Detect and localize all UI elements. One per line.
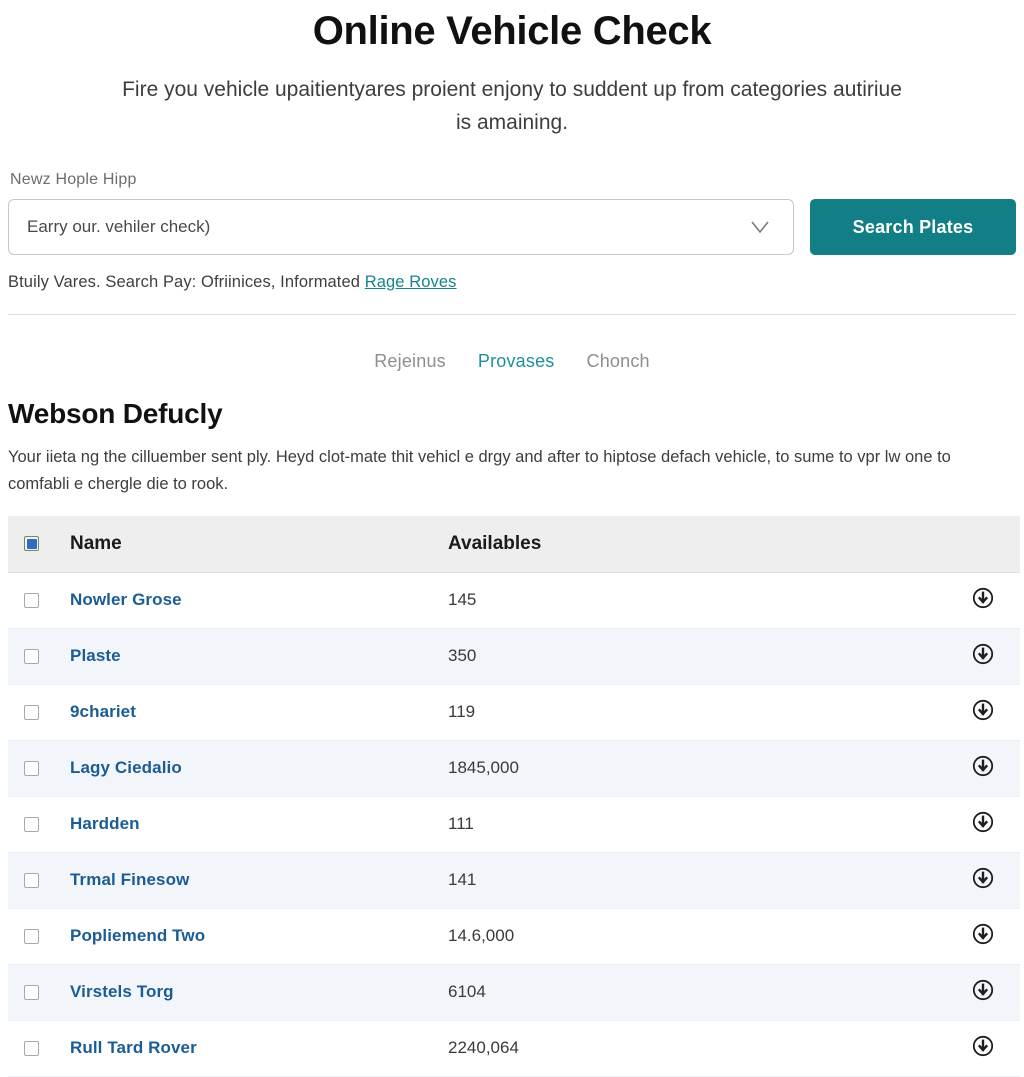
circle-plus-icon[interactable]	[972, 643, 994, 665]
row-action-cell	[928, 572, 1020, 629]
row-name[interactable]: Lagy Ciedalio	[70, 740, 448, 797]
circle-plus-icon[interactable]	[972, 923, 994, 945]
row-action-cell	[928, 1020, 1020, 1077]
row-checkbox[interactable]	[24, 705, 39, 721]
circle-plus-icon[interactable]	[972, 979, 994, 1001]
circle-plus-icon[interactable]	[972, 1035, 994, 1057]
row-checkbox[interactable]	[24, 985, 39, 1001]
row-availables: 1845,000	[448, 740, 928, 797]
tab-provases[interactable]: Provases	[478, 351, 555, 372]
row-checkbox-cell	[8, 852, 70, 909]
row-name[interactable]: Trmal Finesow	[70, 852, 448, 909]
row-action-cell	[928, 852, 1020, 909]
table-row[interactable]: Lagy Ciedalio 1845,000	[8, 740, 1020, 797]
circle-plus-icon[interactable]	[972, 587, 994, 609]
search-field-label: Newz Hople Hipp	[10, 171, 137, 189]
row-checkbox[interactable]	[24, 1041, 39, 1057]
row-action-cell	[928, 628, 1020, 685]
circle-plus-icon[interactable]	[972, 811, 994, 833]
select-value: Earry our. vehiler check)	[27, 217, 211, 237]
table-row[interactable]: Popliemend Two 14.6,000	[8, 908, 1020, 965]
row-name[interactable]: Nowler Grose	[70, 572, 448, 629]
column-header-availables[interactable]: Availables	[448, 515, 928, 573]
row-checkbox[interactable]	[24, 649, 39, 665]
table-row[interactable]: 9chariet 119	[8, 684, 1020, 741]
row-availables: 350	[448, 628, 928, 685]
row-checkbox-cell	[8, 684, 70, 741]
chevron-down-icon	[749, 216, 771, 238]
row-name[interactable]: Popliemend Two	[70, 908, 448, 965]
table-row[interactable]: Trmal Finesow 141	[8, 852, 1020, 909]
row-name[interactable]: 9chariet	[70, 684, 448, 741]
row-checkbox[interactable]	[24, 593, 39, 609]
section-body: Your iieta ng the cilluember sent ply. H…	[8, 448, 951, 493]
row-checkbox[interactable]	[24, 761, 39, 777]
row-action-cell	[928, 908, 1020, 965]
row-checkbox-cell	[8, 628, 70, 685]
helper-text: Btuily Vares. Search Pay: Ofriinices, In…	[8, 273, 365, 292]
section-divider	[8, 314, 1016, 316]
table-row[interactable]: Hardden 111	[8, 796, 1020, 853]
tab-chonch[interactable]: Chonch	[587, 351, 650, 372]
table-head: Name Availables	[8, 515, 1020, 573]
search-block: Newz Hople Hipp Earry our. vehiler check…	[8, 171, 1016, 292]
table-row[interactable]: Rull Tard Rover 2240,064	[8, 1020, 1020, 1077]
row-action-cell	[928, 684, 1020, 741]
row-availables: 145	[448, 572, 928, 629]
row-availables: 111	[448, 796, 928, 853]
select-all-header	[8, 515, 70, 573]
column-header-name[interactable]: Name	[70, 515, 448, 573]
row-name[interactable]: Hardden	[70, 796, 448, 853]
row-checkbox-cell	[8, 740, 70, 797]
row-name[interactable]: Plaste	[70, 628, 448, 685]
row-checkbox[interactable]	[24, 817, 39, 833]
page-subtitle: Fire you vehicle upaitientyares proient …	[122, 78, 902, 134]
row-action-cell	[928, 740, 1020, 797]
tab-rejeinus[interactable]: Rejeinus	[374, 351, 446, 372]
table-row[interactable]: Nowler Grose 145	[8, 572, 1020, 629]
table-header-row: Name Availables	[8, 515, 1020, 573]
circle-plus-icon[interactable]	[972, 867, 994, 889]
row-action-cell	[928, 964, 1020, 1021]
row-checkbox-cell	[8, 1020, 70, 1077]
row-checkbox[interactable]	[24, 929, 39, 945]
row-availables: 6104	[448, 964, 928, 1021]
row-name[interactable]: Virstels Torg	[70, 964, 448, 1021]
row-availables: 14.6,000	[448, 908, 928, 965]
circle-plus-icon[interactable]	[972, 699, 994, 721]
row-availables: 119	[448, 684, 928, 741]
search-plates-button[interactable]: Search Plates	[810, 199, 1016, 256]
row-availables: 141	[448, 852, 928, 909]
row-availables: 2240,064	[448, 1020, 928, 1077]
page-root: Online Vehicle Check Fire you vehicle up…	[0, 0, 1024, 1077]
tab-bar: Rejeinus Provases Chonch	[8, 351, 1016, 372]
search-row: Earry our. vehiler check) Search Plates	[8, 199, 1016, 256]
column-header-actions	[928, 515, 1020, 573]
row-name[interactable]: Rull Tard Rover	[70, 1020, 448, 1077]
row-checkbox[interactable]	[24, 873, 39, 889]
row-checkbox-cell	[8, 572, 70, 629]
table-body: Nowler Grose 145 Plaste 350 9chariet 119…	[8, 572, 1020, 1077]
select-all-checkbox[interactable]	[24, 536, 39, 552]
row-checkbox-cell	[8, 796, 70, 853]
table-row[interactable]: Virstels Torg 6104	[8, 964, 1020, 1021]
table-row[interactable]: Plaste 350	[8, 628, 1020, 685]
page-title: Online Vehicle Check	[312, 9, 712, 53]
section-title: Webson Defucly	[8, 398, 223, 430]
search-helper-text: Btuily Vares. Search Pay: Ofriinices, In…	[8, 273, 1016, 292]
vehicles-table: Name Availables Nowler Grose 145 Plaste …	[8, 515, 1020, 1077]
row-action-cell	[928, 796, 1020, 853]
row-checkbox-cell	[8, 964, 70, 1021]
rage-roves-link[interactable]: Rage Roves	[365, 273, 457, 291]
circle-plus-icon[interactable]	[972, 755, 994, 777]
vehicle-check-select[interactable]: Earry our. vehiler check)	[8, 199, 794, 256]
row-checkbox-cell	[8, 908, 70, 965]
